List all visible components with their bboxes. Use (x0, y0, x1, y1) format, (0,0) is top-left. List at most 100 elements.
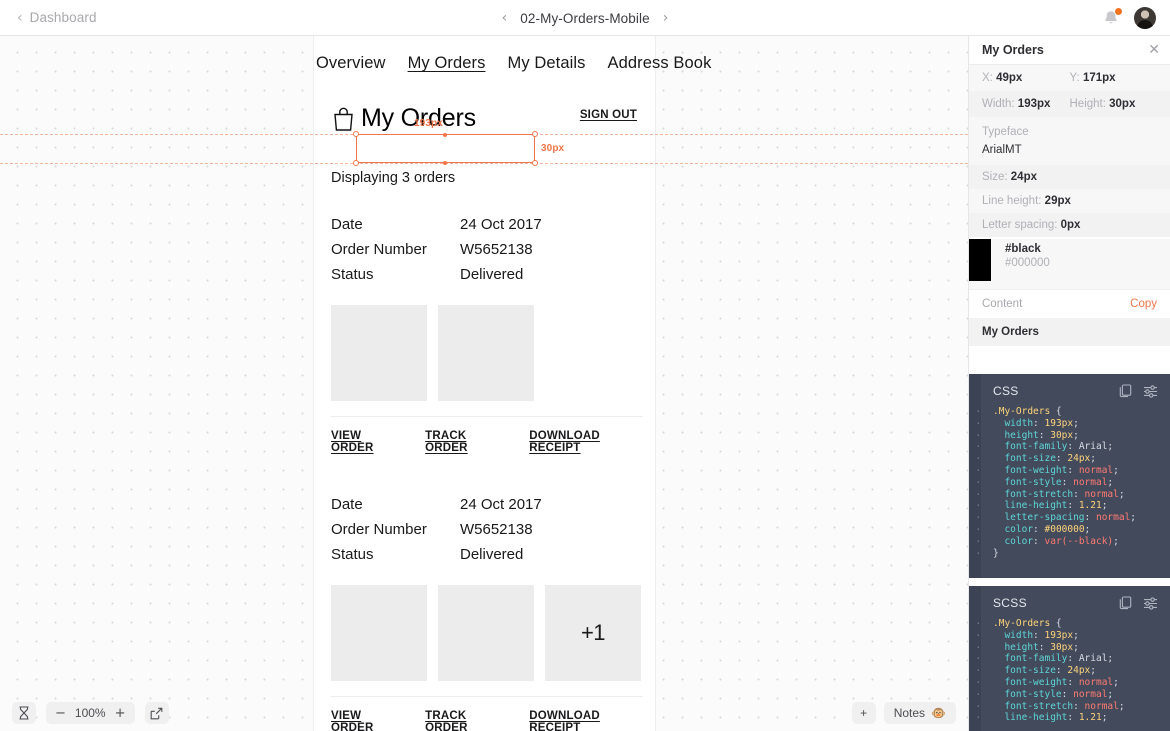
css-code-body[interactable]: .My-Orders { width: 193px; height: 30px;… (969, 406, 1170, 567)
measurement-height-label: 30px (541, 143, 565, 154)
order-value-date: 24 Oct 2017 (460, 496, 542, 513)
order-label-status: Status (331, 546, 374, 563)
inspector-size: Size: 24px (969, 165, 1170, 189)
page-header: My Orders SIGN OUT (331, 97, 641, 139)
inspector-size-row: Width: 193px Height: 30px (969, 91, 1170, 117)
content-value: My Orders (969, 318, 1170, 346)
zoom-in-button[interactable]: + (115, 707, 126, 720)
order-row-status: Status Delivered (331, 262, 643, 287)
order-row-date: Date 24 Oct 2017 (331, 212, 643, 237)
line-height-value: 29px (1044, 195, 1071, 207)
y-value: 171px (1082, 72, 1116, 84)
history-button[interactable] (12, 702, 36, 724)
monkey-emoji-icon: 🐵 (931, 706, 946, 720)
sign-out-link[interactable]: SIGN OUT (580, 109, 637, 121)
notification-badge (1114, 7, 1123, 16)
guide-horizontal-top (0, 134, 968, 135)
code-line: font-stretch: normal; (975, 701, 1162, 713)
order-value-number: W5652138 (460, 521, 533, 538)
back-to-dashboard[interactable]: ‹ Dashboard (0, 10, 97, 25)
color-hex: #000000 (1005, 257, 1050, 269)
order-actions: VIEW ORDER TRACK ORDER DOWNLOAD RECEIPT (331, 710, 643, 731)
track-order-link[interactable]: TRACK ORDER (425, 710, 504, 731)
tab-my-orders[interactable]: My Orders (408, 54, 486, 73)
code-line: font-weight: normal; (975, 465, 1162, 477)
inspector-line-height: Line height: 29px (969, 189, 1170, 213)
order-label-number: Order Number (331, 521, 427, 538)
settings-sliders-icon[interactable] (1143, 384, 1158, 398)
order-card-2: Date 24 Oct 2017 Order Number W5652138 S… (331, 492, 643, 731)
canvas-toolbar-right: + Notes 🐵 (851, 702, 956, 724)
external-link-icon (150, 707, 163, 719)
order-divider (331, 416, 643, 417)
tab-overview[interactable]: Overview (316, 54, 386, 73)
size-value: 24px (1010, 171, 1037, 183)
notes-button[interactable]: Notes 🐵 (883, 702, 956, 724)
letter-spacing-value: 0px (1060, 219, 1081, 231)
add-note-button[interactable]: + (851, 702, 876, 724)
close-icon[interactable]: ✕ (1148, 43, 1160, 57)
order-label-number: Order Number (331, 241, 427, 258)
avatar[interactable] (1134, 7, 1156, 29)
inspector-letter-spacing: Letter spacing: 0px (969, 213, 1170, 237)
inspector-x: X: 49px (982, 72, 1070, 84)
settings-sliders-icon[interactable] (1143, 596, 1158, 610)
notifications-button[interactable] (1101, 7, 1123, 28)
inspector-position-row: X: 49px Y: 171px (969, 65, 1170, 91)
scss-panel-title: SCSS (993, 596, 1027, 610)
zoom-level-label: 100% (74, 706, 106, 720)
product-thumbnail[interactable] (438, 585, 534, 681)
height-label: Height: (1069, 98, 1106, 110)
hourglass-icon (19, 706, 29, 720)
typeface-label: Typeface (969, 117, 1170, 141)
scss-code-body[interactable]: .My-Orders { width: 193px; height: 30px;… (969, 618, 1170, 731)
zoom-out-button[interactable]: − (55, 707, 66, 720)
code-line: .My-Orders { (975, 406, 1162, 418)
copy-icon[interactable] (1119, 384, 1132, 398)
product-thumbnail[interactable] (331, 305, 427, 401)
width-label: Width: (982, 98, 1015, 110)
order-label-status: Status (331, 266, 374, 283)
inspector-height: Height: 30px (1070, 98, 1158, 110)
view-order-link[interactable]: VIEW ORDER (331, 710, 400, 731)
letter-spacing-label: Letter spacing: (982, 219, 1058, 231)
dashboard-link-label: Dashboard (29, 10, 97, 25)
css-panel-title: CSS (993, 384, 1019, 398)
order-row-date: Date 24 Oct 2017 (331, 492, 643, 517)
track-order-link[interactable]: TRACK ORDER (425, 430, 504, 454)
code-line: color: var(--black); (975, 536, 1162, 548)
orders-count-label: Displaying 3 orders (331, 170, 456, 186)
code-line: font-family: Arial; (975, 653, 1162, 665)
inspector-y: Y: 171px (1070, 72, 1158, 84)
next-artboard-icon[interactable]: › (663, 11, 669, 25)
color-name: #black (1005, 243, 1041, 255)
x-label: X: (982, 72, 993, 84)
copy-content-button[interactable]: Copy (1130, 298, 1157, 310)
inspector-panel: My Orders ✕ X: 49px Y: 171px Width: 193p… (968, 36, 1170, 731)
design-canvas[interactable]: Overview My Orders My Details Address Bo… (0, 36, 968, 731)
product-thumbnail[interactable] (331, 585, 427, 681)
color-swatch (969, 239, 991, 281)
product-thumbnail-overflow[interactable]: +1 (545, 585, 641, 681)
code-line: font-style: normal; (975, 477, 1162, 489)
download-receipt-link[interactable]: DOWNLOAD RECEIPT (529, 710, 643, 731)
shopping-bag-icon (334, 107, 353, 131)
prev-artboard-icon[interactable]: ‹ (502, 11, 508, 25)
zoom-controls[interactable]: − 100% + (46, 702, 135, 724)
chevron-left-icon: ‹ (17, 9, 23, 26)
app-root: ‹ Dashboard ‹ 02-My-Orders-Mobile › Over… (0, 0, 1170, 731)
open-external-button[interactable] (144, 702, 169, 724)
tab-my-details[interactable]: My Details (507, 54, 585, 73)
code-line: font-weight: normal; (975, 677, 1162, 689)
code-line: line-height: 1.21; (975, 712, 1162, 724)
product-thumbnail[interactable] (438, 305, 534, 401)
order-value-date: 24 Oct 2017 (460, 216, 542, 233)
order-divider (331, 696, 643, 697)
copy-icon[interactable] (1119, 596, 1132, 610)
inspector-color[interactable]: #black #000000 (969, 239, 1170, 289)
tab-address-book[interactable]: Address Book (608, 54, 712, 73)
code-line: height: 30px; (975, 642, 1162, 654)
x-value: 49px (996, 72, 1023, 84)
view-order-link[interactable]: VIEW ORDER (331, 430, 400, 454)
download-receipt-link[interactable]: DOWNLOAD RECEIPT (529, 430, 643, 454)
